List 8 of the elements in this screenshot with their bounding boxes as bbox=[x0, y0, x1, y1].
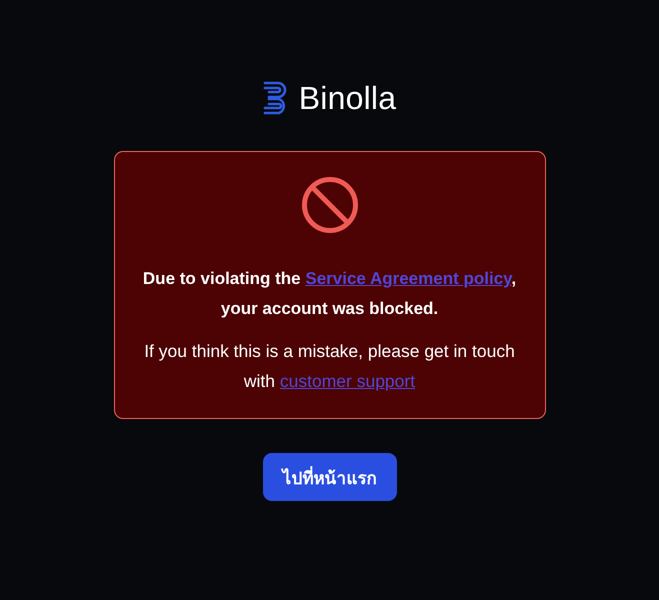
prohibited-icon bbox=[300, 176, 358, 234]
support-note: If you think this is a mistake, please get in touch with customer support bbox=[143, 340, 516, 393]
home-button[interactable]: ไปที่หน้าแรก bbox=[262, 453, 396, 501]
agreement-link[interactable]: Service Agreement policy bbox=[305, 269, 512, 288]
blocked-message: Due to violating the Service Agreement policy, your account was blocked. bbox=[142, 268, 518, 320]
support-link[interactable]: customer support bbox=[280, 371, 416, 391]
logo-icon bbox=[262, 80, 289, 116]
brand-name: Binolla bbox=[298, 80, 396, 116]
